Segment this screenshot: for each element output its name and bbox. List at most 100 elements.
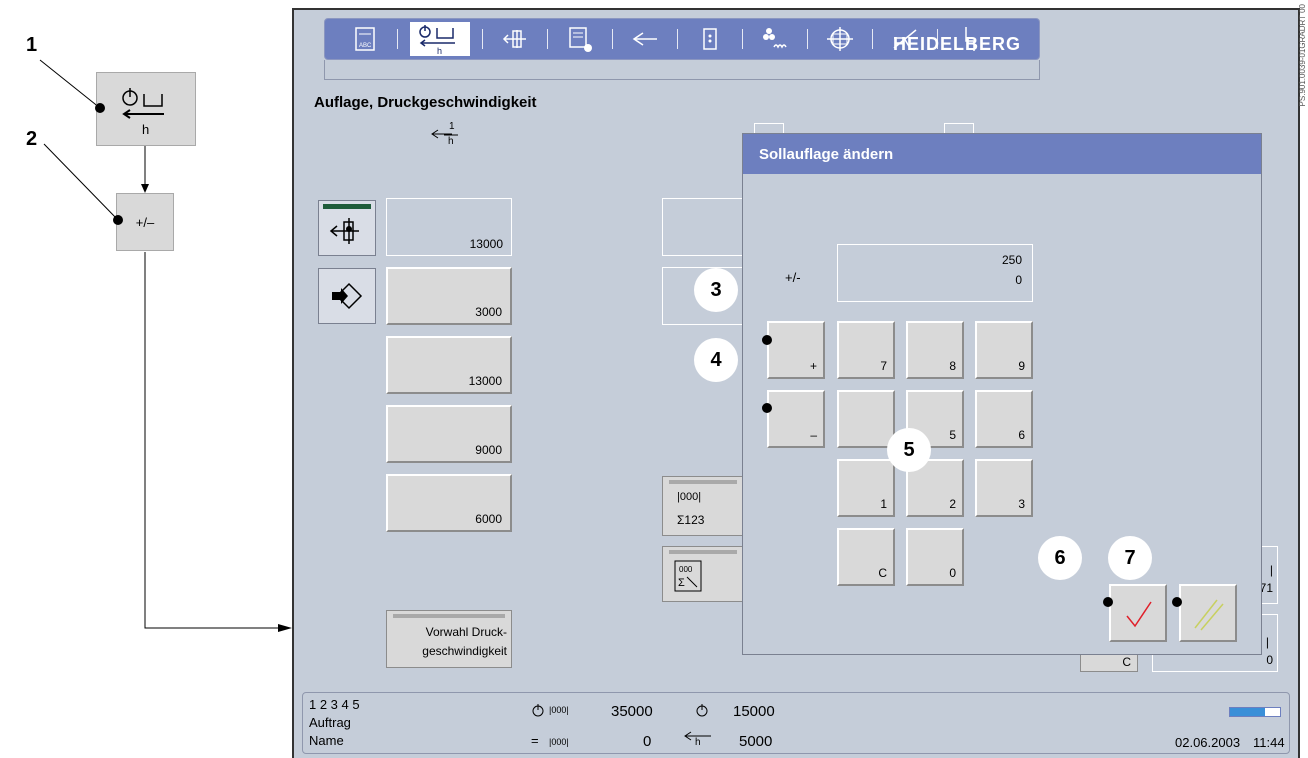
good-counter: 0 <box>643 733 652 750</box>
callout-4-dot <box>762 403 772 413</box>
status-time: 11:44 <box>1253 735 1285 750</box>
right-box-1-mark: | <box>1269 563 1273 577</box>
enter-side-button[interactable] <box>318 268 376 324</box>
target-counter: 15000 <box>733 703 775 720</box>
print-run-speed-icon: h <box>419 25 455 56</box>
progress-bar <box>1229 707 1281 717</box>
change-target-run-dialog: Sollauflage ändern +/- 250 0 + – 7 8 9 5… <box>742 133 1262 655</box>
key-9[interactable]: 9 <box>975 321 1033 379</box>
speed-symbol-top: 1 <box>449 121 455 132</box>
feed-direction-icon[interactable] <box>625 22 665 56</box>
register-icon <box>329 218 359 244</box>
counter-sum-button[interactable]: 000 Σ <box>662 546 744 602</box>
key-4[interactable] <box>837 390 895 448</box>
status-date: 02.06.2003 <box>1175 735 1241 750</box>
toolbar-frame <box>324 60 1040 80</box>
callout-3-dot <box>762 335 772 345</box>
dialog-title: Sollauflage ändern <box>743 134 1261 174</box>
progress-fill <box>1230 708 1265 716</box>
job-scroll-icon[interactable] <box>560 22 600 56</box>
toolbar-separator <box>807 29 808 49</box>
print-run-speed-tab[interactable]: h <box>410 22 470 56</box>
callout-5: 5 <box>887 428 931 472</box>
key-7[interactable]: 7 <box>837 321 895 379</box>
counter-unit-1: |000| <box>549 705 569 715</box>
toolbar-separator <box>742 29 743 49</box>
toolbar-separator <box>397 29 398 49</box>
value-box-4[interactable]: 9000 <box>386 405 512 463</box>
print-run-button-reference: h <box>96 72 196 146</box>
plus-key[interactable]: + <box>767 321 825 379</box>
register-side-button[interactable] <box>318 200 376 256</box>
plusminus-label: +/- <box>785 270 801 285</box>
status-bar: 1 2 3 4 5 Auftrag Name |000| 35000 15000… <box>302 692 1290 754</box>
total-counter: 35000 <box>611 703 653 720</box>
name-label: Name <box>309 733 344 748</box>
cancel-button[interactable] <box>1179 584 1237 642</box>
toolbar-separator <box>677 29 678 49</box>
counter-line1: |000| <box>677 491 702 503</box>
speed-unit: h <box>695 737 701 748</box>
svg-text:Σ: Σ <box>678 577 685 589</box>
power-icon <box>696 704 708 717</box>
preselect-line2: geschwindigkeit <box>422 644 507 658</box>
abc-doc-icon[interactable]: ABC <box>345 22 385 56</box>
preselect-line1: Vorwahl Druck- <box>425 625 507 639</box>
key-clear[interactable]: C <box>837 528 895 586</box>
counter-unit-2: |000| <box>549 737 569 747</box>
heidelberg-logo: HEIDELBERG <box>892 34 1021 54</box>
callout-1: 1 <box>26 34 38 56</box>
plusminus-button-reference: +/– <box>116 193 174 251</box>
display-line2: 0 <box>1015 273 1022 287</box>
right-box-2-value: 0 <box>1266 653 1273 667</box>
target-run-display: 250 0 <box>837 244 1033 302</box>
counter-button[interactable]: |000| Σ123 <box>662 476 744 536</box>
callout-2: 2 <box>26 128 38 150</box>
cancel-slash-icon <box>1194 599 1224 631</box>
register-cross-icon[interactable] <box>820 22 860 56</box>
equals-icon: = <box>531 733 539 748</box>
callout-2-dot <box>113 215 123 225</box>
display-line1: 250 <box>1001 253 1022 267</box>
minus-key[interactable]: – <box>767 390 825 448</box>
print-run-speed-icon: h <box>122 88 164 137</box>
key-3[interactable]: 3 <box>975 459 1033 517</box>
job-slots: 1 2 3 4 5 <box>309 697 360 712</box>
speed-symbol: 1 h <box>430 121 470 152</box>
toolbar-separator <box>547 29 548 49</box>
check-icon <box>1126 601 1152 628</box>
speed-symbol-bottom: h <box>448 136 454 147</box>
job-label: Auftrag <box>309 715 351 730</box>
h-unit-label: h <box>142 122 149 137</box>
page-title: Auflage, Druckgeschwindigkeit <box>314 94 537 111</box>
main-toolbar: ABC h HEIDELBERG <box>324 18 1040 60</box>
callout-3: 3 <box>694 268 738 312</box>
key-1[interactable]: 1 <box>837 459 895 517</box>
counter-line2: Σ123 <box>677 513 705 527</box>
document-code: PS.901.0039-01GRADRT 00 <box>1298 4 1307 107</box>
preselect-speed-button[interactable]: Vorwahl Druck- geschwindigkeit <box>386 610 512 668</box>
toolbar-separator <box>612 29 613 49</box>
callout-7: 7 <box>1108 536 1152 580</box>
svg-text:h: h <box>437 46 442 56</box>
door-icon[interactable] <box>690 22 730 56</box>
register-icon[interactable] <box>495 22 535 56</box>
confirm-button[interactable] <box>1109 584 1167 642</box>
key-0[interactable]: 0 <box>906 528 964 586</box>
value-box-5[interactable]: 6000 <box>386 474 512 532</box>
callout-6-dot <box>1103 597 1113 607</box>
key-8[interactable]: 8 <box>906 321 964 379</box>
ink-dots-icon[interactable] <box>755 22 795 56</box>
counter-sum-icon: 000 Σ <box>674 560 702 592</box>
value-box-2[interactable]: 3000 <box>386 267 512 325</box>
key-6[interactable]: 6 <box>975 390 1033 448</box>
enter-arrow-icon <box>332 282 363 310</box>
power-icon <box>532 704 544 717</box>
middle-box-1 <box>662 198 744 256</box>
callout-1-dot <box>95 103 105 113</box>
speed-value: 5000 <box>739 733 773 750</box>
right-box-2-mark: | <box>1265 635 1269 649</box>
value-box-3[interactable]: 13000 <box>386 336 512 394</box>
callout-7-dot <box>1172 597 1182 607</box>
value-box-1[interactable]: 13000 <box>386 198 512 256</box>
